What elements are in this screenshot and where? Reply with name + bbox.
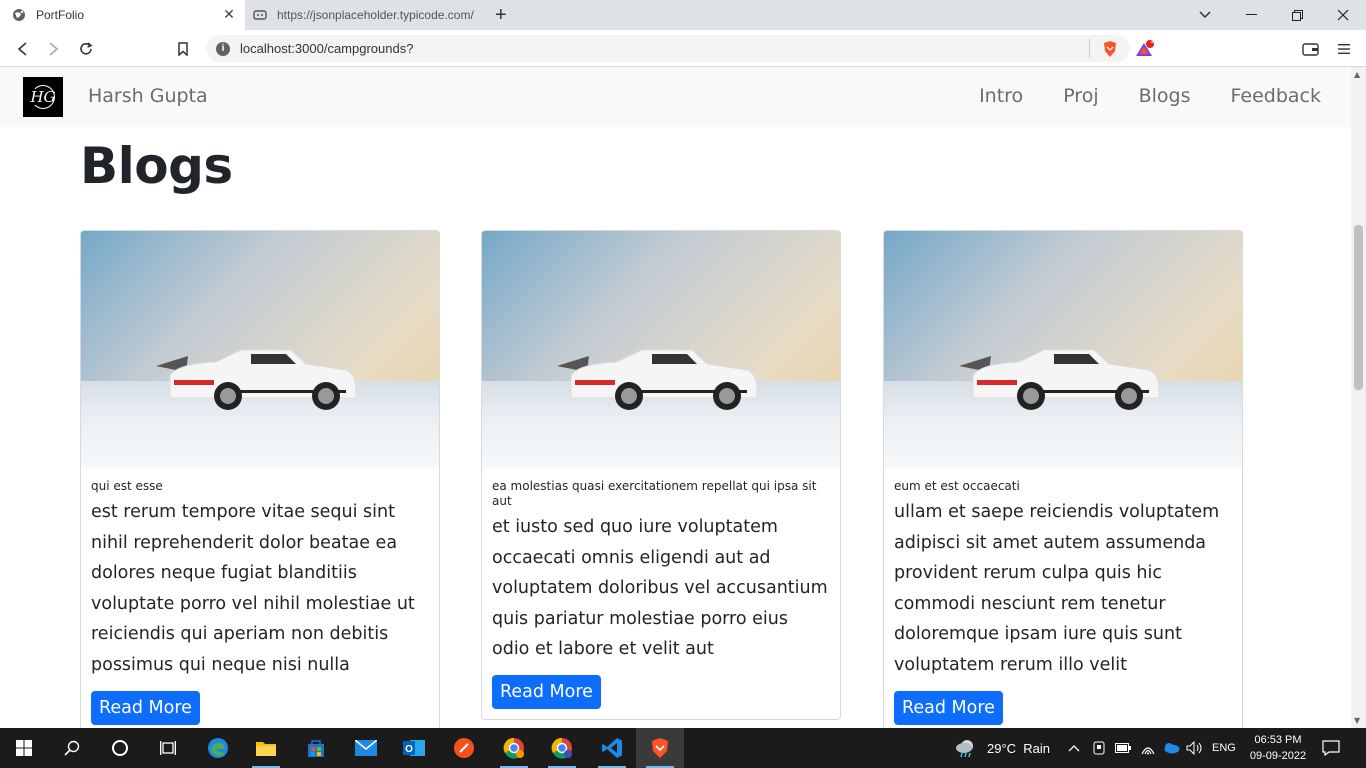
bookmark-icon[interactable] [171,37,195,61]
card-text: et iusto sed quo iure voluptatem occaeca… [492,517,828,660]
store-icon[interactable] [292,728,340,768]
menu-icon[interactable] [1332,37,1356,61]
read-more-button[interactable]: Read More [492,674,601,709]
vscode-icon[interactable] [588,728,636,768]
brave-shields-icon[interactable] [1098,37,1122,61]
weather-widget[interactable]: 29°C Rain [955,728,1050,768]
site-info-icon[interactable]: i [216,41,230,56]
clock-date: 09-09-2022 [1249,750,1307,762]
card-body: ea molestias quasi exercitationem repell… [482,469,840,719]
input-language[interactable]: ENG [1212,728,1236,768]
chrome-profile-icon[interactable] [538,728,586,768]
car-graphic [156,349,357,410]
address-bar[interactable]: i localhost:3000/campgrounds? [206,35,1130,62]
wifi-icon[interactable] [1140,728,1156,768]
page-scrollbar[interactable]: ▲ ▼ [1351,67,1366,728]
tab-title: https://jsonplaceholder.typicode.com/ [277,8,474,22]
chrome-profile-icon[interactable] [490,728,538,768]
browser-toolbar: i localhost:3000/campgrounds? 1 [0,30,1366,67]
clock-time: 06:53 PM [1254,734,1302,746]
office-icon[interactable] [440,728,488,768]
windows-start-icon[interactable] [0,728,48,768]
onedrive-icon[interactable] [1162,728,1180,768]
browser-tab-strip: PortFolio ✕ https://jsonplaceholder.typi… [0,0,1366,30]
page-viewport: HG Harsh Gupta Intro Proj Blogs Feedback… [0,67,1351,728]
card-body: eum et est occaecati ullam et saepe reic… [884,469,1242,728]
site-navbar: HG Harsh Gupta Intro Proj Blogs Feedback [0,67,1351,127]
show-hidden-icons[interactable] [1068,728,1080,768]
rain-cloud-icon [956,740,973,758]
address-bar-divider [1089,39,1090,58]
blog-card: qui est esse est rerum tempore vitae seq… [80,230,440,728]
windows-taskbar: O 29°C Rain ENG 06:53 PM 09-09-2022 [0,728,1366,768]
forward-icon[interactable] [42,37,66,61]
car-image [81,231,439,469]
card-text: ullam et saepe reiciendis voluptatem adi… [894,502,1220,675]
rewards-badge: 1 [1150,38,1154,45]
scrollbar-thumb[interactable] [1354,225,1363,390]
restore-button[interactable] [1274,0,1320,30]
blog-card: eum et est occaecati ullam et saepe reic… [883,230,1243,728]
close-tab-icon[interactable]: ✕ [221,7,237,23]
back-icon[interactable] [10,37,34,61]
brave-rewards-icon[interactable]: 1 [1132,37,1156,61]
car-image [482,231,840,469]
read-more-button[interactable]: Read More [91,690,200,725]
read-more-button[interactable]: Read More [894,690,1003,725]
wallet-icon[interactable] [1298,37,1322,61]
minimize-button[interactable] [1228,0,1274,30]
language-text: ENG [1212,742,1236,754]
brand-name[interactable]: Harsh Gupta [88,85,208,107]
globe-icon [12,8,26,22]
card-text: est rerum tempore vitae sequi sint nihil… [91,502,415,675]
file-explorer-icon[interactable] [242,728,290,768]
scroll-down-icon[interactable]: ▼ [1354,716,1360,725]
notification-icon[interactable] [1322,728,1340,768]
system-clock[interactable]: 06:53 PM 09-09-2022 [1248,732,1308,764]
car-image [884,231,1242,469]
blog-card: ea molestias quasi exercitationem repell… [481,230,841,720]
card-title: eum et est occaecati [894,479,1020,493]
weather-text: 29°C Rain [987,740,1051,756]
device-icon[interactable] [1092,728,1106,768]
outlook-icon[interactable]: O [390,728,438,768]
svg-text:O: O [405,744,413,755]
page-icon [253,8,267,22]
brave-browser-icon[interactable] [636,728,684,768]
cortana-icon[interactable] [96,728,144,768]
edge-icon[interactable] [194,728,242,768]
volume-icon[interactable] [1186,728,1204,768]
card-body: qui est esse est rerum tempore vitae seq… [81,469,439,728]
tab-search-icon[interactable] [1182,0,1228,30]
nav-links: Intro Proj Blogs Feedback [979,85,1321,107]
nav-link-proj[interactable]: Proj [1063,85,1098,107]
battery-icon[interactable] [1115,728,1131,768]
mail-icon[interactable] [342,728,390,768]
nav-link-blogs[interactable]: Blogs [1139,85,1191,107]
url-text: localhost:3000/campgrounds? [240,41,414,56]
search-icon[interactable] [48,728,96,768]
new-tab-button[interactable]: + [495,4,507,27]
reload-icon[interactable] [74,37,98,61]
car-graphic [959,349,1160,410]
car-graphic [557,349,758,410]
tab-title: PortFolio [36,8,85,22]
card-title: ea molestias quasi exercitationem repell… [492,479,817,508]
logo-text: HG [30,88,56,106]
scroll-up-icon[interactable]: ▲ [1354,70,1360,79]
page-title: Blogs [80,137,233,195]
card-title: qui est esse [91,479,163,493]
close-window-button[interactable] [1320,0,1366,30]
nav-link-feedback[interactable]: Feedback [1231,85,1321,107]
tab-jsonplaceholder[interactable]: https://jsonplaceholder.typicode.com/ [245,0,483,30]
task-view-icon[interactable] [144,728,192,768]
tab-portfolio[interactable]: PortFolio ✕ [0,0,245,30]
nav-link-intro[interactable]: Intro [979,85,1023,107]
site-logo[interactable]: HG [23,77,63,117]
